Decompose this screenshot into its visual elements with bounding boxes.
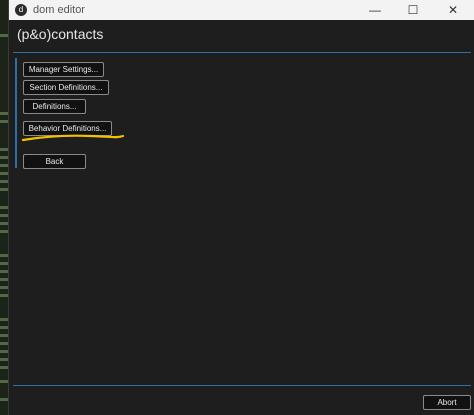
top-separator	[13, 52, 471, 53]
abort-button[interactable]: Abort	[423, 395, 471, 410]
definitions-button[interactable]: Definitions...	[23, 99, 86, 114]
manager-settings-button[interactable]: Manager Settings...	[23, 62, 104, 77]
bottom-separator	[13, 385, 471, 386]
back-button[interactable]: Back	[23, 154, 86, 169]
dom-editor-app-icon: d	[15, 4, 27, 16]
minimize-icon[interactable]: —	[357, 0, 393, 20]
section-definitions-button[interactable]: Section Definitions...	[23, 80, 109, 95]
dom-editor-window: d dom editor — ☐ ✕ (p&o)contacts Manager…	[8, 0, 474, 415]
title-bar[interactable]: d dom editor — ☐ ✕	[9, 0, 474, 20]
highlight-underline-annotation	[21, 134, 125, 142]
page-title: (p&o)contacts	[17, 26, 104, 42]
background-terminal-strip	[0, 0, 8, 415]
maximize-icon[interactable]: ☐	[395, 0, 431, 20]
window-title: dom editor	[33, 4, 85, 16]
close-icon[interactable]: ✕	[435, 0, 471, 20]
